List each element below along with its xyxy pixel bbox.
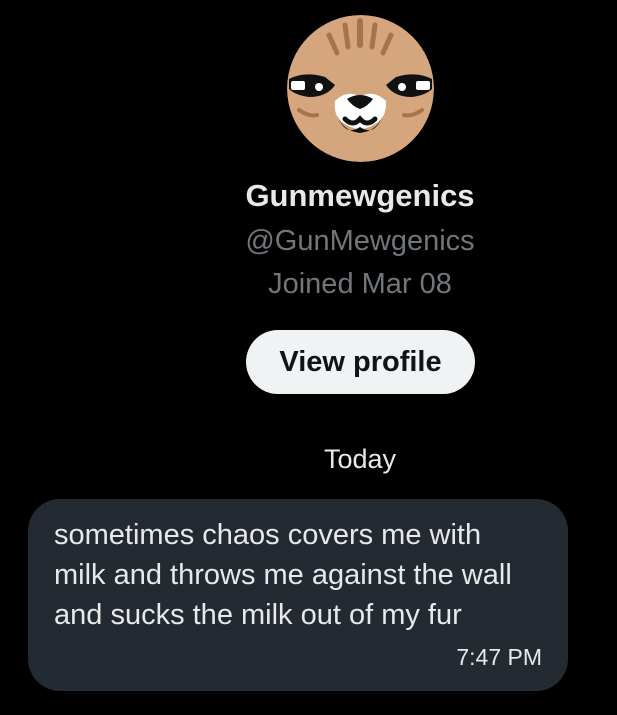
profile-joined-date: Joined Mar 08 — [268, 268, 452, 300]
view-profile-button[interactable]: View profile — [246, 330, 475, 394]
message-timestamp: 7:47 PM — [456, 644, 542, 670]
tabby-cat-face-icon — [287, 15, 434, 162]
message-bubble[interactable]: sometimes chaos covers me with milk and … — [28, 499, 568, 691]
profile-handle: @GunMewgenics — [245, 225, 475, 257]
dm-conversation-view: Gunmewgenics @GunMewgenics Joined Mar 08… — [0, 0, 617, 715]
date-separator: Today — [323, 444, 397, 474]
message-text: sometimes chaos covers me with milk and … — [54, 519, 512, 631]
profile-display-name: Gunmewgenics — [245, 178, 475, 213]
avatar[interactable] — [287, 15, 434, 162]
